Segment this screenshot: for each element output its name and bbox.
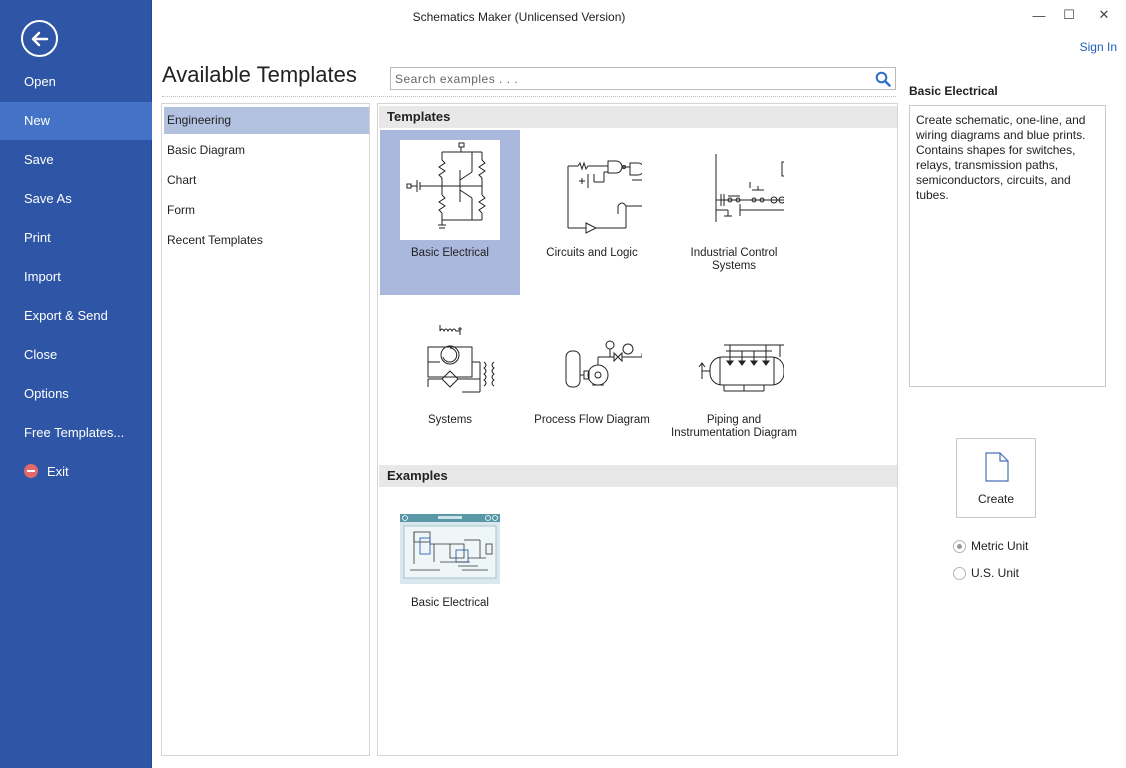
back-button[interactable] — [21, 20, 58, 57]
metric-unit-label: Metric Unit — [971, 539, 1029, 553]
template-industrial-control-systems[interactable]: Industrial Control Systems — [664, 130, 804, 295]
template-circuits-and-logic[interactable]: Circuits and Logic — [522, 130, 662, 295]
template-description: Create schematic, one-line, and wiring d… — [909, 105, 1106, 387]
templates-section-header: Templates — [379, 106, 897, 128]
nav-close[interactable]: Close — [0, 336, 152, 374]
template-detail-title: Basic Electrical — [909, 84, 998, 98]
template-label: Systems — [427, 414, 473, 426]
template-thumbnail — [400, 140, 500, 240]
template-systems[interactable]: Systems — [380, 297, 520, 462]
examples-section-header: Examples — [379, 465, 897, 487]
nav-new[interactable]: New — [0, 102, 152, 140]
nav-exit[interactable]: Exit — [0, 453, 152, 491]
template-gallery: Templates Basic Electrical Circuits and … — [377, 103, 898, 756]
template-label: Process Flow Diagram — [534, 414, 650, 426]
category-chart[interactable]: Chart — [164, 167, 369, 194]
example-basic-electrical[interactable]: Basic Electrical — [380, 504, 520, 629]
template-process-flow-diagram[interactable]: Process Flow Diagram — [522, 297, 662, 462]
nav-exit-label: Exit — [47, 464, 69, 479]
template-thumbnail — [684, 140, 791, 240]
category-basic-diagram[interactable]: Basic Diagram — [164, 137, 369, 164]
nav-free-templates[interactable]: Free Templates... — [0, 414, 152, 452]
nav-import[interactable]: Import — [0, 258, 152, 296]
new-document-icon — [985, 452, 1009, 482]
category-recent-templates[interactable]: Recent Templates — [164, 227, 369, 254]
create-button[interactable]: Create — [956, 438, 1036, 518]
nav-print[interactable]: Print — [0, 219, 152, 257]
nav-export-send[interactable]: Export & Send — [0, 297, 152, 335]
nav-options[interactable]: Options — [0, 375, 152, 413]
nav-save[interactable]: Save — [0, 141, 152, 179]
search-icon[interactable] — [875, 71, 891, 87]
template-thumbnail — [400, 307, 500, 407]
example-thumbnail — [400, 514, 500, 584]
template-label: Circuits and Logic — [546, 247, 638, 259]
nav-open[interactable]: Open — [0, 63, 152, 101]
create-label: Create — [977, 492, 1015, 506]
page-title: Available Templates — [162, 62, 357, 87]
backstage-nav: Open New Save Save As Print Import Expor… — [0, 0, 152, 768]
us-unit-option[interactable]: U.S. Unit — [953, 565, 1019, 581]
search-input[interactable] — [391, 68, 861, 89]
divider — [162, 96, 896, 97]
metric-unit-option[interactable]: Metric Unit — [953, 538, 1028, 554]
template-thumbnail — [542, 307, 655, 407]
template-label: Industrial Control Systems — [690, 247, 778, 272]
template-piping-and-instrumentation-diagram[interactable]: Piping and Instrumentation Diagram — [664, 297, 804, 462]
minimize-button[interactable]: — — [1024, 4, 1054, 26]
exit-icon — [24, 464, 38, 478]
template-thumbnail — [684, 307, 794, 407]
back-arrow-icon — [31, 31, 48, 46]
window-title: Schematics Maker (Unlicensed Version) — [412, 10, 626, 24]
maximize-button[interactable]: ☐ — [1054, 4, 1084, 26]
template-thumbnail — [542, 140, 653, 240]
us-unit-label: U.S. Unit — [971, 566, 1020, 580]
category-engineering[interactable]: Engineering — [164, 107, 369, 134]
template-basic-electrical[interactable]: Basic Electrical — [380, 130, 520, 295]
category-form[interactable]: Form — [164, 197, 369, 224]
metric-unit-radio[interactable] — [953, 539, 966, 553]
us-unit-radio[interactable] — [953, 566, 966, 580]
nav-save-as[interactable]: Save As — [0, 180, 152, 218]
template-label: Basic Electrical — [411, 247, 489, 259]
sign-in-link[interactable]: Sign In — [1080, 40, 1117, 54]
search-box — [390, 67, 896, 90]
close-window-button[interactable]: ✕ — [1089, 4, 1119, 26]
category-list: Engineering Basic Diagram Chart Form Rec… — [161, 103, 370, 756]
template-label: Piping and Instrumentation Diagram — [671, 414, 797, 439]
example-label: Basic Electrical — [411, 597, 489, 609]
